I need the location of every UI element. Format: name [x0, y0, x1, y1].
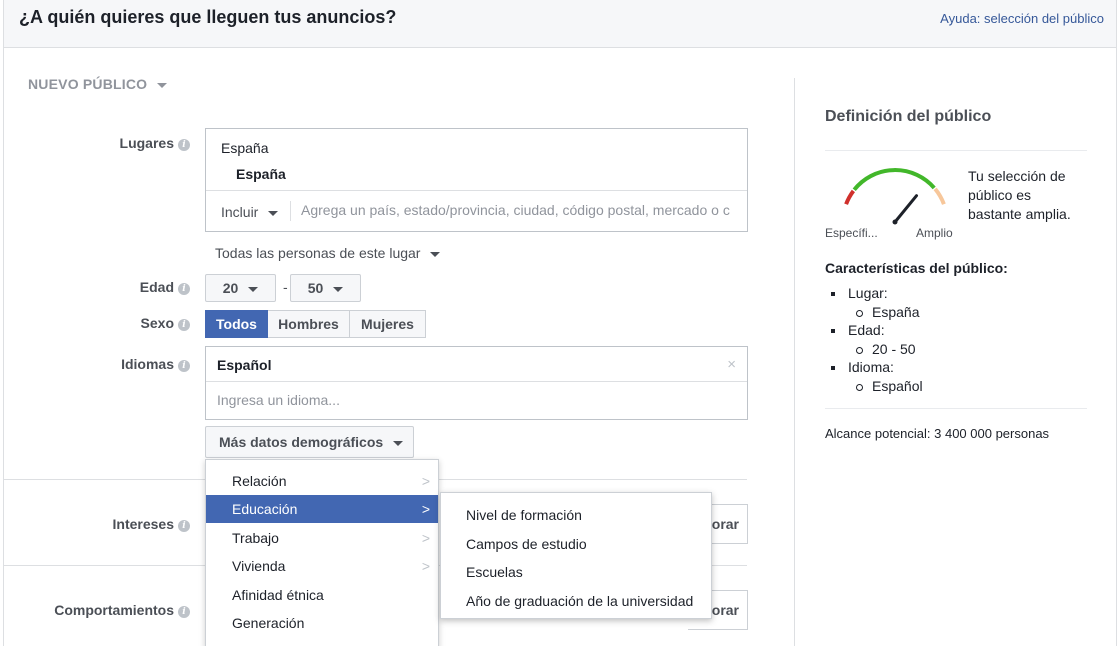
chevron-right-icon: > [421, 530, 430, 546]
behaviors-label-text: Comportamientos [54, 602, 174, 618]
locations-label: Lugares i [120, 135, 190, 151]
age-min-select[interactable]: 20 [205, 274, 276, 302]
gender-men-button[interactable]: Hombres [268, 310, 350, 338]
locations-label-text: Lugares [119, 135, 174, 151]
more-demographics-button[interactable]: Más datos demográficos [205, 426, 414, 458]
menu-item-education[interactable]: Educación > [206, 495, 438, 523]
gender-all-button[interactable]: Todos [205, 310, 268, 338]
menu-item-work[interactable]: Trabajo > [206, 524, 438, 552]
audience-size-gauge [844, 168, 946, 225]
include-label: Incluir [221, 204, 259, 220]
close-icon[interactable]: × [727, 356, 736, 373]
new-audience-dropdown[interactable]: NUEVO PÚBLICO [28, 76, 168, 92]
submenu-item-graduation-year[interactable]: Año de graduación de la universidad [441, 587, 711, 615]
gauge-arc-broad [933, 187, 946, 205]
panel-header: ¿A quién quieres que lleguen tus anuncio… [4, 0, 1116, 48]
age-min-value: 20 [222, 280, 239, 296]
info-icon[interactable]: i [178, 319, 190, 331]
potential-reach: Alcance potencial: 3 400 000 personas [825, 426, 1050, 441]
gauge-hub [892, 219, 898, 225]
submenu-item-fields-of-study[interactable]: Campos de estudio [441, 530, 711, 558]
age-separator: - [283, 279, 288, 295]
chevron-down-icon [430, 251, 441, 257]
audience-characteristics-title: Características del público: [825, 260, 1008, 276]
info-icon[interactable]: i [178, 139, 190, 151]
menu-item-label: Vivienda [232, 558, 286, 574]
languages-box: Español × [205, 346, 748, 420]
help-link[interactable]: Ayuda: selección del público [940, 11, 1104, 26]
column-divider [794, 78, 795, 646]
age-label: Edad i [140, 279, 190, 295]
location-input-row: Incluir [206, 190, 747, 232]
selected-location[interactable]: España [236, 166, 286, 182]
education-submenu: Nivel de formación Campos de estudio Esc… [440, 492, 712, 619]
divider [825, 408, 1087, 409]
characteristic-key: Idioma: [825, 358, 923, 377]
info-icon[interactable]: i [178, 360, 190, 372]
interests-label-text: Intereses [112, 516, 174, 532]
submenu-item-schools[interactable]: Escuelas [441, 558, 711, 586]
characteristic-value: 20 - 50 [825, 340, 923, 359]
gauge-needle [893, 194, 918, 224]
gauge-arc-good [852, 168, 936, 192]
gauge-arc-narrow [844, 189, 856, 205]
chevron-right-icon: > [421, 558, 430, 574]
location-search-input[interactable] [301, 202, 741, 218]
divider [290, 201, 291, 221]
characteristic-key: Edad: [825, 321, 923, 340]
age-label-text: Edad [139, 279, 174, 295]
behaviors-label: Comportamientos i [54, 602, 190, 618]
audience-characteristics-list: Lugar: España Edad: 20 - 50 Idioma: Espa… [825, 284, 923, 395]
new-audience-label: NUEVO PÚBLICO [28, 76, 148, 92]
location-people-label: Todas las personas de este lugar [215, 245, 421, 261]
demographics-menu: Relación > Educación > Trabajo > Vivienda > … [205, 459, 439, 646]
menu-item-label: Relación [232, 473, 287, 489]
chevron-down-icon [157, 82, 168, 88]
menu-item-generation[interactable]: Generación [206, 609, 438, 637]
menu-item-housing[interactable]: Vivienda > [206, 552, 438, 580]
divider [206, 381, 747, 382]
info-icon[interactable]: i [178, 283, 190, 295]
interests-label: Intereses i [113, 516, 190, 532]
gender-label: Sexo i [141, 315, 190, 331]
characteristic-value: España [825, 303, 923, 322]
chevron-right-icon: > [421, 501, 430, 517]
info-icon[interactable]: i [178, 520, 190, 532]
gauge-right-label: Amplio [916, 226, 953, 240]
age-max-select[interactable]: 50 [290, 274, 361, 302]
chevron-down-icon [248, 286, 259, 292]
location-country: España [221, 140, 269, 156]
chevron-right-icon: > [421, 473, 430, 489]
menu-item-label: Trabajo [232, 530, 279, 546]
info-icon[interactable]: i [178, 606, 190, 618]
menu-item-ethnic-affinity[interactable]: Afinidad étnica [206, 581, 438, 609]
audience-panel: ¿A quién quieres que lleguen tus anuncio… [3, 0, 1117, 646]
locations-box: España España Incluir [205, 128, 748, 232]
languages-label: Idiomas i [121, 356, 190, 372]
location-people-dropdown[interactable]: Todas las personas de este lugar [215, 245, 441, 261]
gender-label-text: Sexo [140, 315, 174, 331]
page-title: ¿A quién quieres que lleguen tus anuncio… [19, 7, 397, 27]
include-dropdown[interactable]: Incluir [221, 204, 279, 220]
chevron-down-icon [268, 210, 279, 216]
gauge-left-label: Específi... [825, 226, 878, 240]
divider [825, 150, 1087, 151]
languages-label-text: Idiomas [121, 356, 174, 372]
chevron-down-icon [393, 440, 404, 446]
chevron-down-icon [333, 286, 344, 292]
age-max-value: 50 [307, 280, 324, 296]
more-demographics-label: Más datos demográficos [219, 434, 384, 450]
characteristic-key: Lugar: [825, 284, 923, 303]
submenu-item-education-level[interactable]: Nivel de formación [441, 501, 711, 529]
characteristic-value: Español [825, 377, 923, 396]
audience-definition-title: Definición del público [825, 108, 992, 125]
gauge-description: Tu selección de público es bastante ampl… [968, 168, 1071, 222]
gender-women-button[interactable]: Mujeres [350, 310, 426, 338]
selected-language: Español [217, 357, 272, 373]
menu-item-label: Educación [232, 501, 298, 517]
menu-item-relationship[interactable]: Relación > [206, 467, 438, 495]
language-search-input[interactable] [217, 392, 737, 408]
